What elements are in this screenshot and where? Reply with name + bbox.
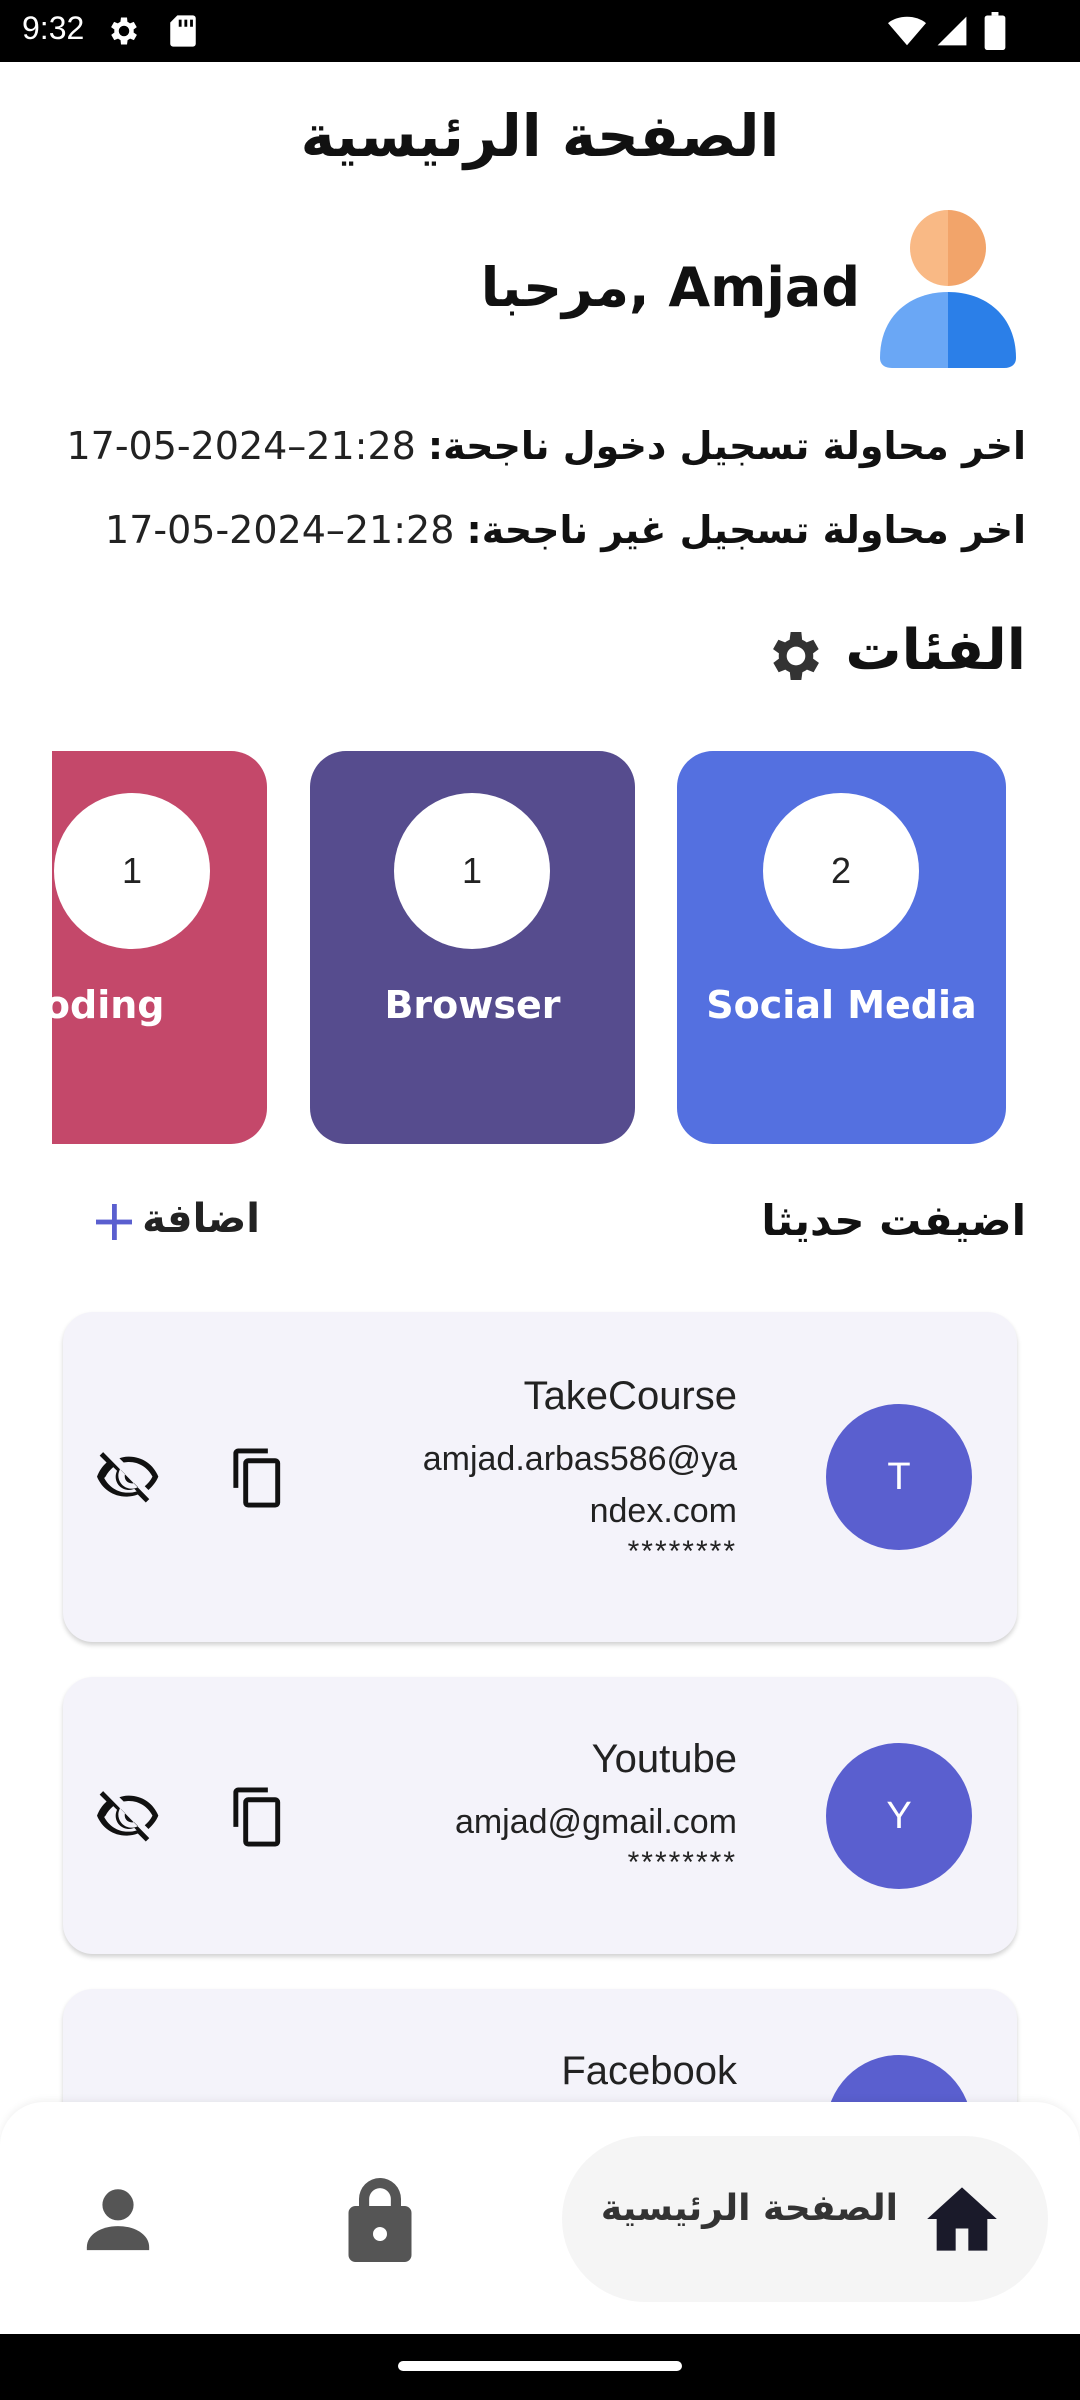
recently-added-title: اضيفت حديثا [761, 1196, 1026, 1245]
last-successful-login: اخر محاولة تسجيل دخول ناجحة: 17-05-2024–… [60, 424, 1026, 468]
account-name: TakeCourse [523, 1374, 737, 1418]
account-password: ******** [627, 1535, 737, 1568]
user-avatar-icon [880, 210, 1016, 368]
eye-off-icon[interactable] [97, 1448, 161, 1508]
account-password: ******** [627, 1846, 737, 1879]
category-count: 2 [763, 793, 919, 949]
settings-status-icon [111, 17, 137, 45]
account-info: Youtube amjad@gmail.com ******** [407, 1737, 737, 1878]
last-failed-login-label: اخر محاولة تسجيل غير ناجحة: [466, 508, 1027, 552]
last-failed-login-value: 17-05-2024–21:28 [105, 508, 455, 552]
account-info: TakeCourse amjad.arbas586@yandex.com ***… [407, 1374, 737, 1567]
account-avatar: T [826, 1404, 972, 1550]
account-email: amjad.arbas586@yandex.com [422, 1440, 737, 1530]
greeting-text: مرحبا, Amjad [480, 256, 860, 319]
status-time: 9:32 [22, 10, 85, 46]
gesture-handle[interactable] [398, 2361, 682, 2371]
copy-icon[interactable] [228, 1785, 288, 1849]
plus-icon [96, 1204, 132, 1240]
battery-icon [984, 12, 1006, 50]
category-name: Coding [52, 983, 165, 1027]
last-failed-login: اخر محاولة تسجيل غير ناجحة: 17-05-2024–2… [60, 508, 1026, 552]
category-count: 1 [54, 793, 210, 949]
category-name: Browser [384, 983, 561, 1027]
sd-card-icon [170, 15, 196, 47]
wifi-icon [888, 16, 926, 46]
account-card-youtube[interactable]: Y Youtube amjad@gmail.com ******** [63, 1677, 1017, 1954]
categories-title: الفئات [845, 618, 1026, 683]
last-successful-login-label: اخر محاولة تسجيل دخول ناجحة: [427, 424, 1026, 468]
account-name: Facebook [561, 2049, 737, 2093]
home-icon [927, 2187, 997, 2251]
account-name: Youtube [591, 1737, 737, 1781]
account-email: amjad@gmail.com [454, 1803, 737, 1841]
account-avatar: Y [826, 1743, 972, 1889]
category-name: Social Media [706, 983, 977, 1027]
add-account-button[interactable]: اضافة [90, 1194, 270, 1250]
category-card-social-media[interactable]: 2 Social Media [677, 751, 1006, 1144]
category-card-browser[interactable]: 1 Browser [310, 751, 635, 1144]
nav-home-label: الصفحة الرئيسية [600, 2188, 898, 2229]
profile-icon[interactable] [84, 2184, 152, 2254]
eye-off-icon[interactable] [97, 1787, 161, 1847]
account-info: Facebook [407, 2049, 737, 2094]
signal-icon [937, 16, 967, 46]
account-card-takecourse[interactable]: T TakeCourse amjad.arbas586@yandex.com *… [63, 1312, 1017, 1642]
page-title: الصفحة الرئيسية [300, 102, 780, 170]
add-account-label: اضافة [142, 1196, 260, 1242]
last-successful-login-value: 17-05-2024–21:28 [66, 424, 416, 468]
categories-settings-gear-icon[interactable] [764, 624, 828, 688]
category-card-coding[interactable]: 1 Coding [52, 751, 267, 1144]
copy-icon[interactable] [228, 1446, 288, 1510]
nav-home-tab[interactable]: الصفحة الرئيسية [562, 2136, 1048, 2302]
lock-icon[interactable] [344, 2178, 416, 2262]
category-count: 1 [394, 793, 550, 949]
